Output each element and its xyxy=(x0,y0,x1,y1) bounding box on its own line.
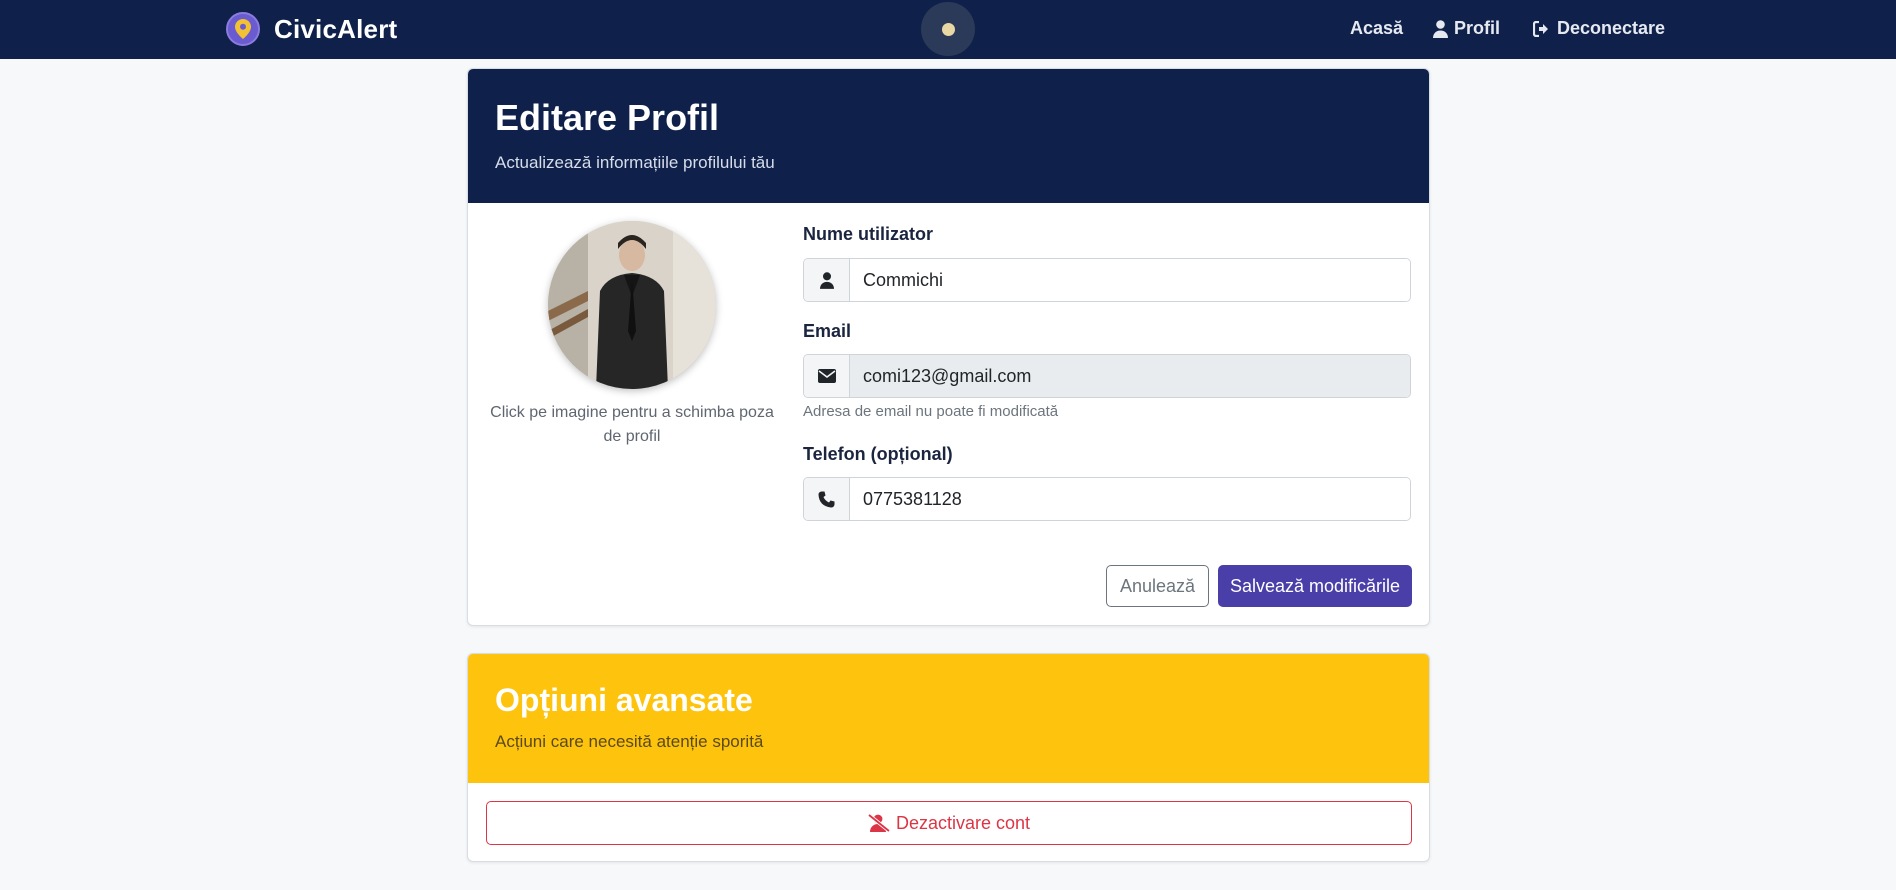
edit-profile-header: Editare Profil Actualizează informațiile… xyxy=(468,69,1429,203)
nav-link-logout[interactable]: Deconectare xyxy=(1533,18,1665,39)
cancel-button[interactable]: Anulează xyxy=(1106,565,1209,607)
envelope-icon xyxy=(804,355,850,397)
save-changes-button[interactable]: Salvează modificările xyxy=(1218,565,1412,607)
sun-icon xyxy=(941,22,955,36)
avatar[interactable] xyxy=(548,221,716,389)
phone-icon xyxy=(804,478,850,520)
page-subtitle: Actualizează informațiile profilului tău xyxy=(495,153,775,172)
nav-link-profile[interactable]: Profil xyxy=(1433,18,1500,39)
avatar-caption: Click pe imagine pentru a schimba poza d… xyxy=(490,404,774,445)
phone-label: Telefon (opțional) xyxy=(803,444,953,464)
avatar-photo xyxy=(548,221,716,389)
advanced-options-card: Opțiuni avansate Acțiuni care necesită a… xyxy=(467,653,1430,862)
brand-name: CivicAlert xyxy=(274,13,398,44)
deactivate-account-button[interactable]: Dezactivare cont xyxy=(486,801,1412,845)
user-slash-icon xyxy=(867,814,890,832)
username-input[interactable] xyxy=(850,259,1410,301)
email-input-group xyxy=(803,354,1411,398)
username-input-group xyxy=(803,258,1411,302)
phone-input[interactable] xyxy=(850,478,1410,520)
advanced-options-title: Opțiuni avansate xyxy=(495,682,753,718)
advanced-options-subtitle: Acțiuni care necesită atenție sporită xyxy=(495,732,764,751)
theme-toggle-button[interactable] xyxy=(921,2,975,56)
deactivate-account-label: Dezactivare cont xyxy=(895,812,1031,833)
navbar: CivicAlert Acasă Profil Deconectare xyxy=(0,0,1896,59)
nav-link-home-label: Acasă xyxy=(1350,18,1404,38)
nav-link-logout-label: Deconectare xyxy=(1557,18,1666,38)
email-help-text: Adresa de email nu poate fi modificată xyxy=(803,403,1059,420)
nav-link-profile-label: Profil xyxy=(1454,18,1501,38)
user-icon xyxy=(804,259,850,301)
map-pin-logo-icon xyxy=(226,12,260,46)
advanced-options-header: Opțiuni avansate Acțiuni care necesită a… xyxy=(468,654,1429,783)
username-label: Nume utilizator xyxy=(803,224,934,244)
user-icon xyxy=(1433,19,1448,38)
phone-input-group xyxy=(803,477,1411,521)
sign-out-icon xyxy=(1533,20,1548,37)
nav-link-home[interactable]: Acasă xyxy=(1350,18,1403,39)
edit-profile-card: Editare Profil Actualizează informațiile… xyxy=(467,68,1430,626)
brand[interactable]: CivicAlert xyxy=(226,12,397,46)
page-title: Editare Profil xyxy=(495,97,720,138)
email-field[interactable] xyxy=(850,355,1410,397)
email-label: Email xyxy=(803,321,852,341)
